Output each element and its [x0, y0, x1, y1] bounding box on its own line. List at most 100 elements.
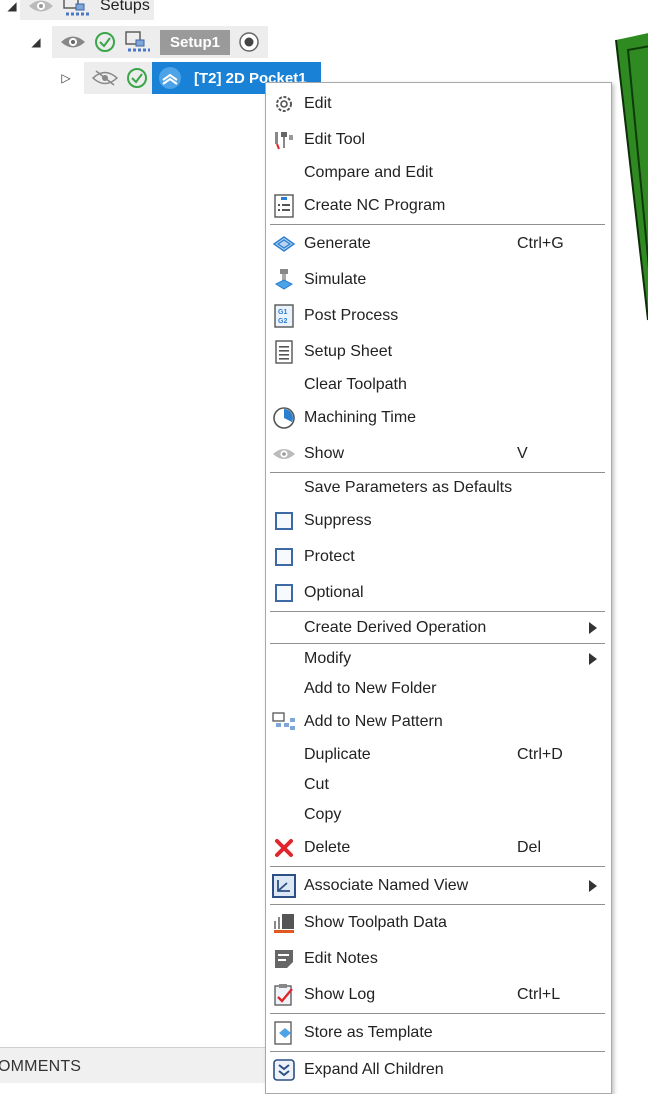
optional-checkbox[interactable] [272, 581, 296, 605]
menu-item-edit-tool[interactable]: Edit Tool [266, 126, 611, 154]
menu-item-store-as-template[interactable]: Store as Template [266, 1019, 611, 1047]
log-icon [272, 983, 296, 1007]
menu-item-show-toolpath-data[interactable]: Show Toolpath Data [266, 909, 611, 937]
menu-item-machining-time[interactable]: Machining Time [266, 404, 611, 432]
menu-item-label: Show Log [304, 986, 376, 1003]
menu-item-expand-all-children[interactable]: Expand All Children [266, 1056, 611, 1084]
tree-row-setup1[interactable]: ◢ Setup1 [28, 26, 269, 58]
eye-icon[interactable] [28, 0, 54, 14]
setup-sheet-icon [272, 340, 296, 364]
check-icon [94, 31, 116, 53]
delete-icon [272, 836, 296, 860]
menu-item-label: Copy [304, 806, 342, 823]
menu-separator [270, 643, 605, 644]
tool-icon [272, 128, 296, 152]
menu-item-shortcut: V [517, 445, 528, 462]
active-setup-radio-icon[interactable] [238, 31, 260, 53]
menu-item-label: Machining Time [304, 409, 417, 426]
menu-item-label: Generate [304, 235, 371, 252]
collapse-triangle-icon[interactable]: ◢ [28, 35, 44, 49]
menu-item-label: Post Process [304, 307, 399, 324]
menu-item-label: Delete [304, 839, 351, 856]
menu-item-suppress[interactable]: Suppress [266, 507, 611, 535]
menu-item-compare-and-edit[interactable]: Compare and Edit [266, 159, 611, 187]
menu-item-add-to-new-folder[interactable]: Add to New Folder [266, 675, 611, 703]
collapse-triangle-icon[interactable]: ◢ [4, 0, 20, 13]
menu-item-shortcut: Ctrl+L [517, 986, 561, 1003]
menu-separator [270, 611, 605, 612]
expand-icon [272, 1058, 296, 1082]
pocket-operation-icon [156, 64, 184, 92]
gear-icon [272, 92, 296, 116]
menu-item-delete[interactable]: Delete Del [266, 834, 611, 862]
menu-separator [270, 1051, 605, 1052]
menu-item-label: Duplicate [304, 746, 371, 763]
setups-label: Setups [100, 0, 150, 14]
menu-separator [270, 866, 605, 867]
menu-item-label: Save Parameters as Defaults [304, 479, 513, 496]
menu-item-create-nc-program[interactable]: Create NC Program [266, 192, 611, 220]
clock-icon [272, 406, 296, 430]
template-icon [272, 1021, 296, 1045]
expand-triangle-icon[interactable]: ▷ [58, 71, 74, 85]
menu-item-copy[interactable]: Copy [266, 801, 611, 829]
submenu-arrow-icon [589, 653, 597, 665]
comments-label: OMMENTS [0, 1058, 82, 1075]
menu-item-label: Create Derived Operation [304, 619, 487, 636]
comments-panel-header[interactable]: OMMENTS [0, 1047, 268, 1083]
menu-item-edit[interactable]: Edit [266, 90, 611, 118]
post-process-icon: G1 G2 [272, 304, 296, 328]
toolpath-data-icon [272, 911, 296, 935]
menu-item-post-process[interactable]: G1 G2 Post Process [266, 302, 611, 330]
menu-item-label: Show [304, 445, 345, 462]
svg-text:G2: G2 [278, 318, 287, 325]
menu-item-setup-sheet[interactable]: Setup Sheet [266, 338, 611, 366]
submenu-arrow-icon [589, 622, 597, 634]
menu-item-edit-notes[interactable]: Edit Notes [266, 945, 611, 973]
notes-icon [272, 947, 296, 971]
menu-item-label: Setup Sheet [304, 343, 393, 360]
menu-item-label: Clear Toolpath [304, 376, 407, 393]
menu-item-protect[interactable]: Protect [266, 543, 611, 571]
menu-item-show[interactable]: Show V [266, 440, 611, 468]
menu-item-label: Optional [304, 584, 364, 601]
menu-item-cut[interactable]: Cut [266, 771, 611, 799]
menu-item-shortcut: Ctrl+G [517, 235, 564, 252]
menu-item-label: Edit Tool [304, 131, 366, 148]
menu-item-modify[interactable]: Modify [266, 645, 611, 673]
menu-item-label: Suppress [304, 512, 372, 529]
simulate-icon [272, 268, 296, 292]
menu-separator [270, 904, 605, 905]
menu-item-add-to-new-pattern[interactable]: Add to New Pattern [266, 708, 611, 736]
menu-item-simulate[interactable]: Simulate [266, 266, 611, 294]
menu-item-label: Expand All Children [304, 1061, 444, 1078]
menu-item-clear-toolpath[interactable]: Clear Toolpath [266, 371, 611, 399]
hidden-eye-icon[interactable] [92, 69, 118, 87]
menu-item-label: Simulate [304, 271, 367, 288]
pattern-icon [272, 710, 296, 734]
menu-item-label: Create NC Program [304, 197, 446, 214]
menu-item-save-parameters[interactable]: Save Parameters as Defaults [266, 474, 611, 502]
suppress-checkbox[interactable] [272, 509, 296, 533]
menu-item-show-log[interactable]: Show Log Ctrl+L [266, 981, 611, 1009]
menu-item-optional[interactable]: Optional [266, 579, 611, 607]
menu-item-generate[interactable]: Generate Ctrl+G [266, 230, 611, 258]
menu-item-create-derived-operation[interactable]: Create Derived Operation [266, 614, 611, 642]
menu-item-associate-named-view[interactable]: Associate Named View [266, 872, 611, 900]
named-view-icon [272, 874, 296, 898]
menu-item-label: Associate Named View [304, 877, 469, 894]
context-menu: Edit Edit Tool Compare and Edit Create N… [265, 82, 612, 1094]
menu-item-shortcut: Del [517, 839, 542, 856]
menu-item-label: Edit [304, 95, 332, 112]
menu-item-shortcut: Ctrl+D [517, 746, 563, 763]
protect-checkbox[interactable] [272, 545, 296, 569]
tree-row-setups[interactable]: ◢ Setups [4, 0, 154, 20]
menu-item-label: Add to New Pattern [304, 713, 443, 730]
setup1-label[interactable]: Setup1 [160, 29, 231, 55]
model-viewport-edge [615, 33, 648, 321]
menu-item-label: Cut [304, 776, 329, 793]
eye-icon[interactable] [60, 34, 86, 50]
menu-item-duplicate[interactable]: Duplicate Ctrl+D [266, 741, 611, 769]
svg-text:G1: G1 [278, 309, 287, 316]
check-icon [126, 67, 148, 89]
